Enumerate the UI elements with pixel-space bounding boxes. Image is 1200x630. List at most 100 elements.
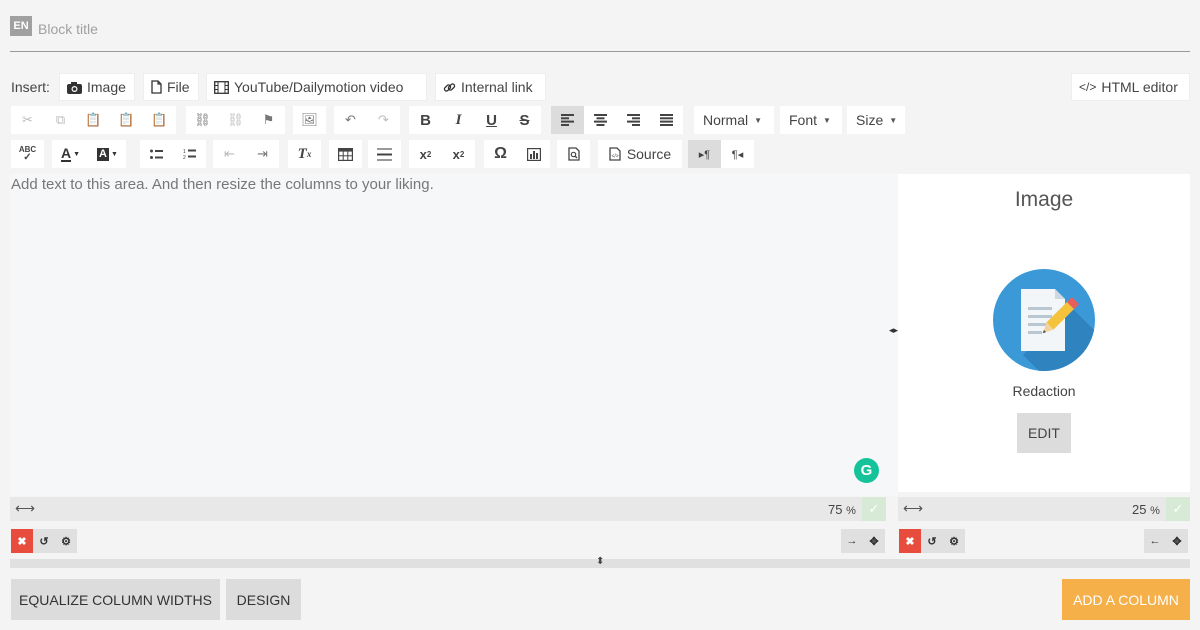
image-caption: Redaction (1012, 383, 1076, 399)
column-2-confirm-check-icon[interactable]: ✓ (1166, 497, 1190, 521)
column-1-confirm-check-icon[interactable]: ✓ (862, 497, 886, 521)
image-group: 🖼 (293, 106, 326, 134)
row-resize-bar[interactable]: ⬍ (10, 556, 1190, 568)
horizontal-rule-icon[interactable] (368, 140, 401, 168)
spellcheck-icon[interactable]: ABC ✓ (11, 140, 44, 168)
edit-image-button[interactable]: EDIT (1017, 413, 1071, 453)
indent-group: ⇤ ⇥ (213, 140, 279, 168)
format-dropdown-label: Normal (703, 112, 749, 128)
delete-column-icon[interactable]: ✖ (11, 529, 33, 553)
background-color-icon[interactable]: A ▼ (89, 140, 126, 168)
insert-file-label: File (167, 79, 190, 95)
column-1-width-bar[interactable]: ⟷ 75 % ✓ (10, 497, 886, 521)
clipboard-group: ✂ ⧉ 📋 📋 📋 (11, 106, 176, 134)
svg-text:2: 2 (183, 155, 186, 160)
text-editor-area[interactable]: Add text to this area. And then resize t… (10, 174, 898, 496)
undo-group: ↶ ↷ (334, 106, 400, 134)
column-1-controls: ✖ ↺ ⚙ (11, 529, 77, 553)
column-2-width-value[interactable]: 25 % (1132, 502, 1160, 517)
undo-icon[interactable]: ↶ (334, 106, 367, 134)
column-2-controls: ✖ ↺ ⚙ (899, 529, 965, 553)
outdent-icon[interactable]: ⇤ (213, 140, 246, 168)
preview-icon[interactable] (557, 140, 590, 168)
bulleted-list-icon[interactable] (140, 140, 173, 168)
ltr-direction-icon[interactable]: ▸¶ (688, 140, 721, 168)
numbered-list-icon[interactable]: 12 (173, 140, 206, 168)
remove-format-icon[interactable]: Tx (288, 140, 321, 168)
link-icon[interactable]: ⛓ (186, 106, 219, 134)
block-title-input[interactable] (38, 16, 938, 42)
width-arrows-icon: ⟷ (15, 500, 36, 516)
reset-column-icon[interactable]: ↺ (33, 529, 55, 553)
align-right-icon[interactable] (617, 106, 650, 134)
column-settings-gear-icon[interactable]: ⚙ (55, 529, 77, 553)
insert-image-button[interactable]: Image (59, 73, 135, 101)
rtl-direction-icon[interactable]: ¶◂ (721, 140, 754, 168)
grammarly-icon[interactable]: G (854, 458, 879, 483)
copy-icon[interactable]: ⧉ (44, 106, 77, 134)
table-icon[interactable] (329, 140, 362, 168)
superscript-icon[interactable]: x2 (442, 140, 475, 168)
bold-icon[interactable]: B (409, 106, 442, 134)
equalize-column-widths-button[interactable]: EQUALIZE COLUMN WIDTHS (11, 579, 220, 620)
move-right-arrow-icon[interactable]: → (841, 529, 863, 553)
image-column: Image Redaction EDIT (898, 174, 1190, 492)
move-left-arrow-icon[interactable]: ← (1144, 529, 1166, 553)
subscript-icon[interactable]: x2 (409, 140, 442, 168)
text-direction-group: ▸¶ ¶◂ (688, 140, 754, 168)
size-dropdown-label: Size (856, 112, 884, 128)
link-group: ⛓ ⛓ ⚑ (186, 106, 285, 134)
paste-icon[interactable]: 📋 (77, 106, 110, 134)
underline-icon[interactable]: U (475, 106, 508, 134)
insert-internal-link-button[interactable]: Internal link (435, 73, 546, 101)
format-dropdown[interactable]: Normal ▼ (694, 106, 774, 134)
svg-text:</>: </> (611, 154, 618, 160)
special-character-icon[interactable]: Ω (484, 140, 517, 168)
font-dropdown[interactable]: Font ▼ (780, 106, 842, 134)
insert-video-button[interactable]: YouTube/Dailymotion video (206, 73, 427, 101)
source-label: Source (626, 146, 672, 162)
strikethrough-icon[interactable]: S (508, 106, 541, 134)
insert-file-button[interactable]: File (143, 73, 199, 101)
column-settings-gear-icon[interactable]: ⚙ (943, 529, 965, 553)
drag-move-icon[interactable]: ✥ (1166, 529, 1188, 553)
drag-move-icon[interactable]: ✥ (863, 529, 885, 553)
design-button[interactable]: DESIGN (226, 579, 301, 620)
size-dropdown[interactable]: Size ▼ (847, 106, 905, 134)
column-resize-handle-icon[interactable]: ◂▸ (889, 325, 898, 336)
column-2-width-bar[interactable]: ⟷ 25 % ✓ (898, 497, 1190, 521)
iframe-icon[interactable] (517, 140, 550, 168)
align-left-icon[interactable] (551, 106, 584, 134)
insert-internal-link-label: Internal link (461, 79, 533, 95)
caret-down-icon: ▼ (754, 115, 763, 125)
align-justify-icon[interactable] (650, 106, 683, 134)
text-color-icon[interactable]: A ▼ (52, 140, 89, 168)
reset-column-icon[interactable]: ↺ (921, 529, 943, 553)
spellcheck-group: ABC ✓ (11, 140, 44, 168)
horizontal-rule-group (368, 140, 401, 168)
add-column-button[interactable]: ADD A COLUMN (1062, 579, 1190, 620)
column-1-width-value[interactable]: 75 % (828, 502, 856, 517)
redaction-image (993, 269, 1095, 371)
camera-icon (67, 81, 82, 94)
align-center-icon[interactable] (584, 106, 617, 134)
anchor-flag-icon[interactable]: ⚑ (252, 106, 285, 134)
source-doc-icon: </> (609, 147, 621, 161)
insert-image-icon[interactable]: 🖼 (293, 106, 326, 134)
font-dropdown-label: Font (789, 112, 818, 128)
language-badge[interactable]: EN (10, 16, 32, 36)
italic-icon[interactable]: I (442, 106, 475, 134)
html-editor-button[interactable]: </> HTML editor (1071, 73, 1190, 101)
redo-icon[interactable]: ↷ (367, 106, 400, 134)
cut-icon[interactable]: ✂ (11, 106, 44, 134)
block-title-row: EN (10, 16, 1190, 52)
insert-label: Insert: (11, 79, 50, 95)
source-button[interactable]: </> Source (598, 140, 682, 168)
paste-text-icon[interactable]: 📋 (110, 106, 143, 134)
paste-word-icon[interactable]: 📋 (143, 106, 176, 134)
text-style-group: B I U S (409, 106, 541, 134)
unlink-icon[interactable]: ⛓ (219, 106, 252, 134)
delete-column-icon[interactable]: ✖ (899, 529, 921, 553)
indent-icon[interactable]: ⇥ (246, 140, 279, 168)
caret-down-icon: ▼ (889, 115, 898, 125)
